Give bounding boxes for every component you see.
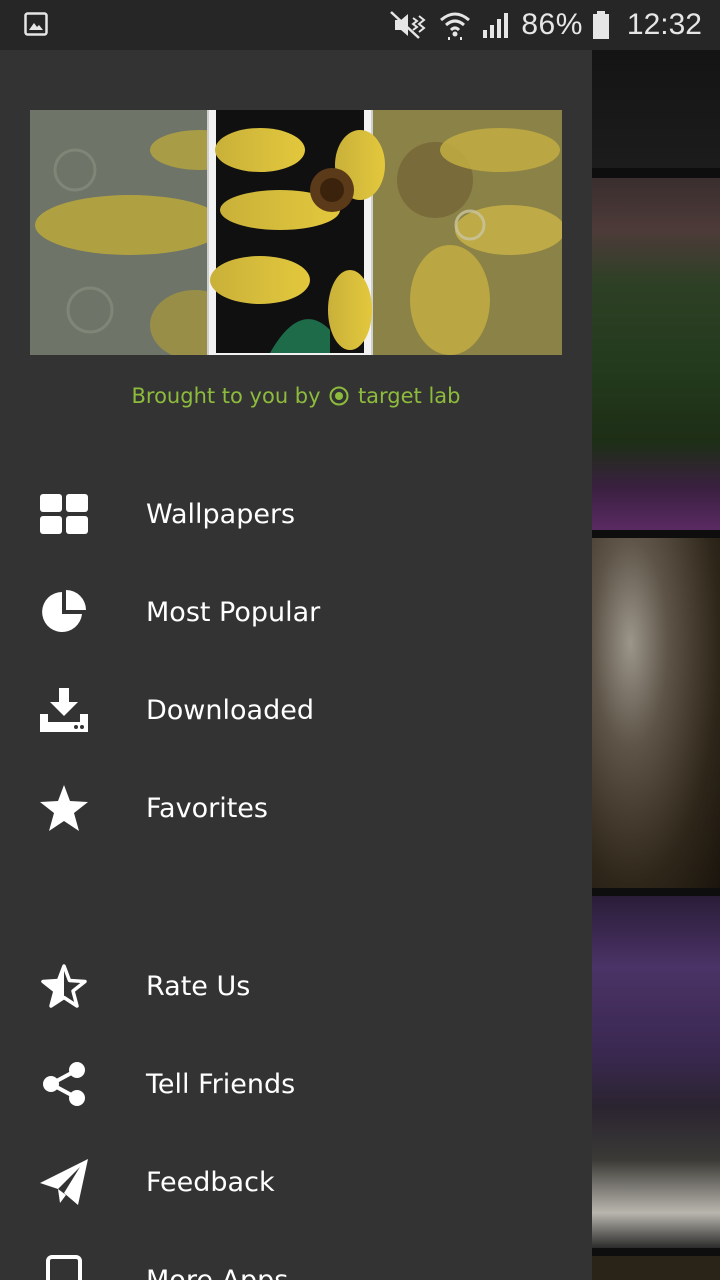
wallpaper-thumbnail[interactable] <box>592 178 720 530</box>
menu-item-favorites[interactable]: Favorites <box>0 759 592 857</box>
menu-item-label: Rate Us <box>146 970 251 1002</box>
battery-icon <box>592 11 609 39</box>
menu-item-feedback[interactable]: Feedback <box>0 1133 592 1231</box>
menu-item-downloaded[interactable]: Downloaded <box>0 661 592 759</box>
clock: 12:32 <box>626 8 702 41</box>
gallery-notification-icon <box>24 12 48 36</box>
credit-brand: target lab <box>357 384 461 408</box>
wallpaper-thumbnail[interactable] <box>592 1256 720 1280</box>
star-icon <box>38 782 90 834</box>
menu-item-label: Most Popular <box>146 596 321 628</box>
menu-item-label: Wallpapers <box>146 498 296 530</box>
menu-item-wallpapers[interactable]: Wallpapers <box>0 465 592 563</box>
download-icon <box>38 684 90 736</box>
wallpaper-thumbnail[interactable] <box>592 538 720 888</box>
header-phone-illustration <box>30 110 562 355</box>
wallpaper-grid-background <box>592 50 720 1280</box>
signal-icon <box>483 13 509 38</box>
battery-percent: 86% <box>521 8 583 41</box>
credit-prefix: Brought to you by <box>131 384 321 408</box>
menu-item-most-popular[interactable]: Most Popular <box>0 563 592 661</box>
menu-item-label: More Apps <box>146 1264 289 1280</box>
menu-item-label: Tell Friends <box>146 1068 296 1100</box>
wifi-icon <box>440 12 471 40</box>
share-icon <box>38 1058 90 1110</box>
pie-chart-icon <box>38 586 90 638</box>
mute-icon <box>390 11 426 39</box>
navigation-drawer: Brought to you by target lab Wallpapers <box>0 50 592 1280</box>
menu-item-label: Feedback <box>146 1166 275 1198</box>
menu-item-tell-friends[interactable]: Tell Friends <box>0 1035 592 1133</box>
wallpaper-thumbnail[interactable] <box>592 896 720 1248</box>
credit-line: Brought to you by target lab <box>0 384 592 408</box>
menu-item-label: Favorites <box>146 792 268 824</box>
target-lab-logo-icon <box>329 386 349 406</box>
wallpaper-thumbnail[interactable] <box>592 50 720 168</box>
send-icon <box>38 1156 90 1208</box>
status-bar: 86% 12:32 <box>0 0 720 50</box>
menu-item-more-apps[interactable]: More Apps <box>0 1231 592 1280</box>
menu-item-rate-us[interactable]: Rate Us <box>0 937 592 1035</box>
half-star-icon <box>38 960 90 1012</box>
menu-item-label: Downloaded <box>146 694 314 726</box>
phone-icon <box>38 1254 90 1280</box>
grid-icon <box>38 488 90 540</box>
